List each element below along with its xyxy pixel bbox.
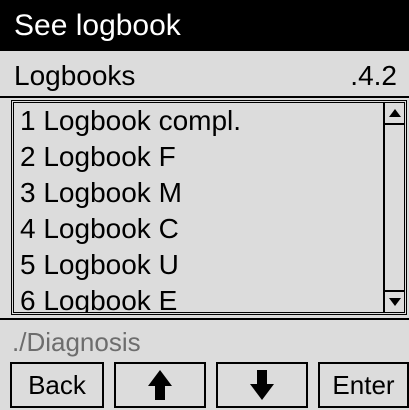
list-item[interactable]: 6 Logbook E [14, 283, 383, 312]
scroll-down-icon [388, 298, 401, 306]
path-text: ./Diagnosis [12, 327, 141, 357]
down-button[interactable] [216, 362, 308, 408]
menu-code: .4.2 [350, 60, 397, 91]
scroll-up-icon [388, 109, 401, 117]
subheader: Logbooks .4.2 [0, 51, 409, 98]
subheader-label: Logbooks [14, 60, 136, 91]
list-item[interactable]: 3 Logbook M [14, 175, 383, 211]
arrow-up-icon [148, 370, 172, 400]
list-items: 1 Logbook compl. 2 Logbook F 3 Logbook M… [14, 103, 383, 312]
enter-button[interactable]: Enter [318, 362, 409, 408]
scroll-up-button[interactable] [385, 103, 404, 125]
list-item[interactable]: 4 Logbook C [14, 211, 383, 247]
list-item[interactable]: 2 Logbook F [14, 139, 383, 175]
title-bar: See logbook [0, 0, 409, 51]
scroll-down-button[interactable] [385, 290, 404, 312]
logbook-list[interactable]: 1 Logbook compl. 2 Logbook F 3 Logbook M… [11, 100, 407, 315]
back-button[interactable]: Back [10, 362, 104, 408]
list-item[interactable]: 5 Logbook U [14, 247, 383, 283]
path-bar: ./Diagnosis [0, 318, 409, 362]
screen-title: See logbook [14, 9, 181, 42]
list-item[interactable]: 1 Logbook compl. [14, 103, 383, 139]
scrollbar[interactable] [383, 103, 404, 312]
arrow-down-icon [250, 370, 274, 400]
up-button[interactable] [114, 362, 206, 408]
